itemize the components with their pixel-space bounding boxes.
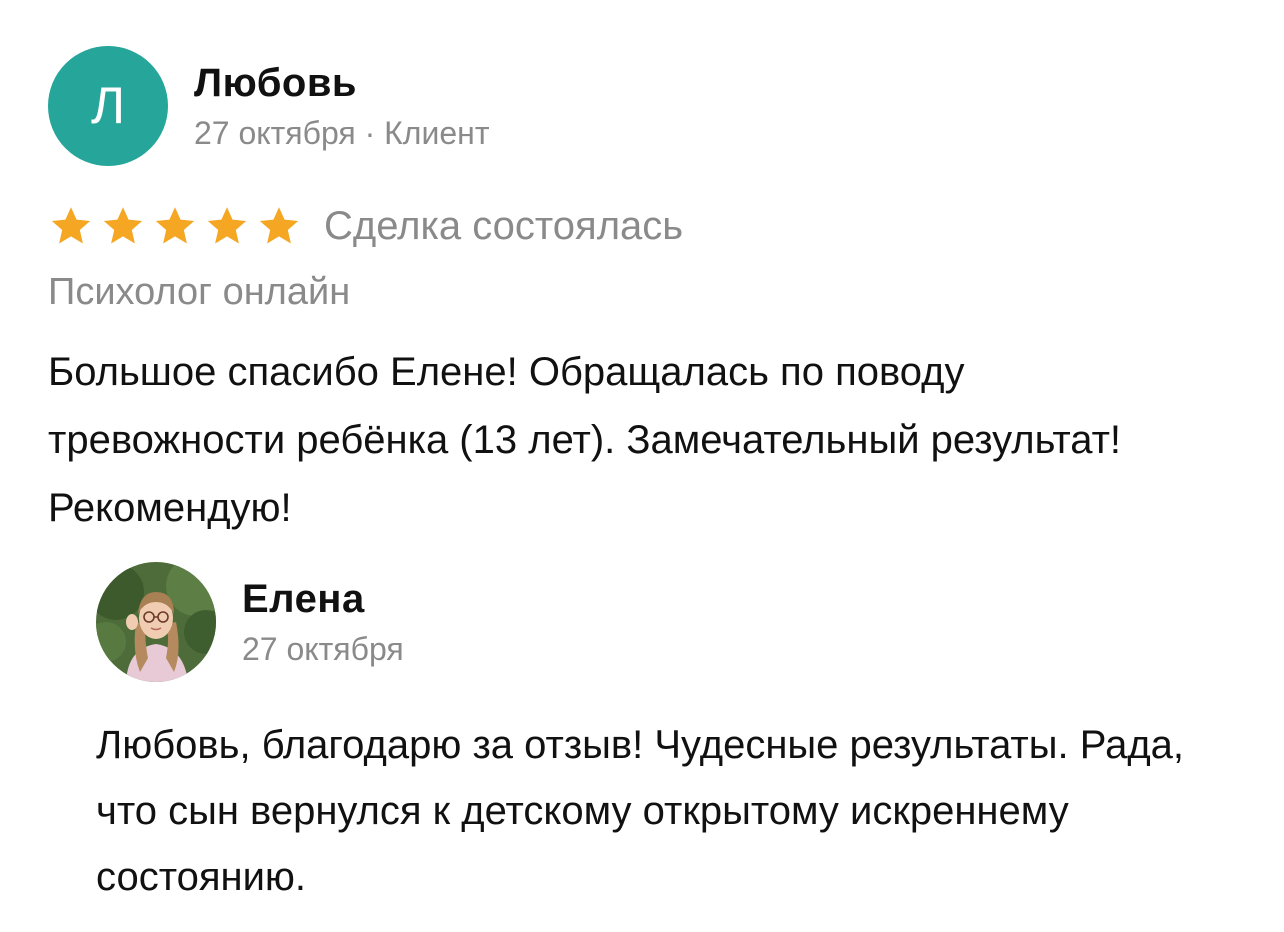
star-icon bbox=[103, 207, 143, 244]
star-rating bbox=[48, 203, 302, 249]
rating-row: Сделка состоялась bbox=[48, 198, 1238, 254]
review-meta: 27 октября · Клиент bbox=[194, 115, 490, 151]
reply-info: Елена 27 октября bbox=[242, 575, 404, 669]
star-icon bbox=[259, 207, 299, 244]
seller-reply: Елена 27 октября Любовь, благодарю за от… bbox=[96, 560, 1236, 910]
author-name[interactable]: Любовь bbox=[194, 59, 489, 107]
star-icon bbox=[51, 207, 91, 244]
service-name[interactable]: Психолог онлайн bbox=[48, 264, 1238, 320]
review-author-row: Л Любовь 27 октября · Клиент bbox=[48, 44, 1238, 168]
author-avatar[interactable]: Л bbox=[48, 46, 168, 166]
star-icon bbox=[207, 207, 247, 244]
star-icon bbox=[155, 207, 195, 244]
author-info: Любовь 27 октября · Клиент bbox=[194, 59, 489, 153]
review-text: Большое спасибо Елене! Обращалась по пов… bbox=[48, 350, 1122, 530]
user-photo-avatar-icon bbox=[96, 562, 216, 682]
reply-date: 27 октября bbox=[242, 631, 404, 667]
reply-author-name[interactable]: Елена bbox=[242, 575, 404, 623]
reply-text: Любовь, благодарю за отзыв! Чудесные рез… bbox=[96, 723, 1185, 899]
deal-status: Сделка состоялась bbox=[324, 204, 684, 248]
reply-author-row: Елена 27 октября bbox=[96, 560, 1236, 684]
reply-avatar[interactable] bbox=[96, 562, 216, 682]
review-card: Л Любовь 27 октября · Клиент Сделка сост… bbox=[48, 44, 1238, 542]
